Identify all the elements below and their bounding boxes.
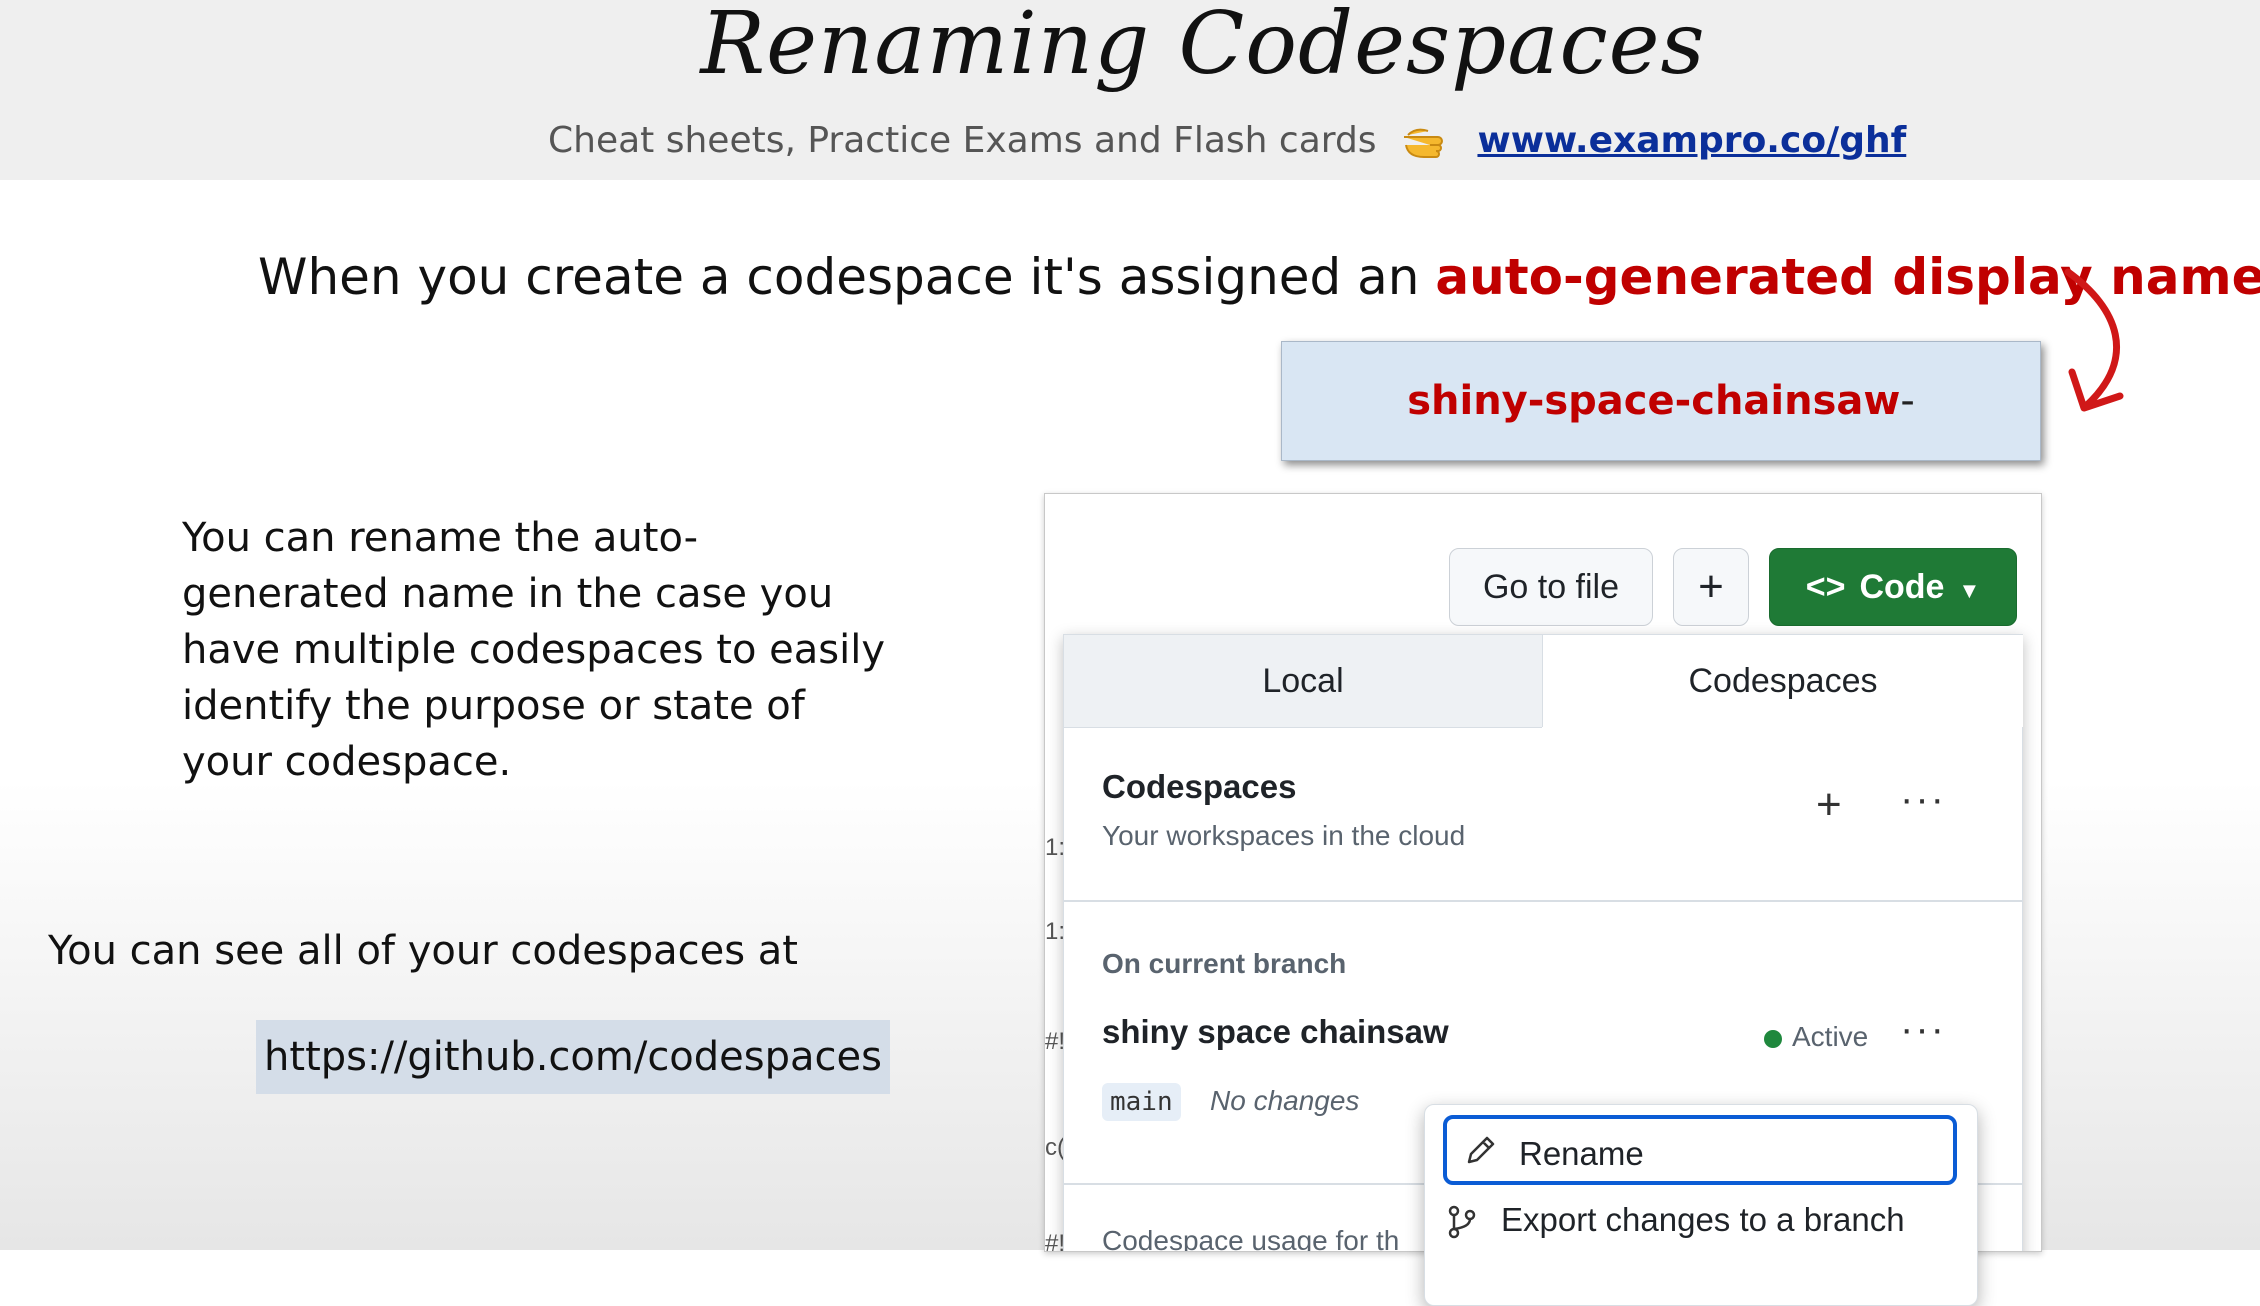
exampro-link[interactable]: www.exampro.co/ghf — [1477, 120, 1906, 161]
pencil-icon — [1467, 1136, 1495, 1164]
status-dot-icon — [1764, 1029, 1782, 1048]
see-all-text: You can see all of your codespaces at — [48, 928, 798, 974]
status-badge: Active — [1764, 1021, 1868, 1053]
code-brackets-icon: <> — [1805, 568, 1846, 606]
new-codespace-button[interactable]: + — [1816, 780, 1842, 830]
codespaces-more-button[interactable]: ··· — [1900, 777, 1946, 822]
section-label: On current branch — [1102, 948, 1347, 979]
gutter-mark: c( — [1045, 1134, 1065, 1161]
divider — [1064, 900, 2022, 902]
usage-label: Codespace usage for th — [1102, 1225, 1400, 1252]
intro-text: When you create a codespace it's assigne… — [258, 248, 1436, 306]
intro-sentence: When you create a codespace it's assigne… — [258, 248, 2260, 306]
tab-local[interactable]: Local — [1064, 635, 1542, 728]
pointing-hand-icon — [1404, 128, 1443, 158]
rename-menu-item[interactable]: Rename — [1443, 1115, 1957, 1185]
display-name-example: shiny-space-chainsaw-jjgx4w5r3q9xj — [1281, 341, 2041, 542]
curved-arrow-icon — [2064, 268, 2124, 412]
codespaces-url[interactable]: https://github.com/codespaces — [256, 1020, 890, 1094]
code-button[interactable]: <> Code ▼ — [1769, 548, 2017, 626]
add-file-button[interactable]: + — [1673, 548, 1749, 626]
export-label: Export changes to a branch — [1501, 1201, 1905, 1238]
slide-title: Renaming Codespaces — [700, 0, 1706, 94]
rename-label: Rename — [1519, 1135, 1644, 1172]
export-menu-item[interactable]: Export changes to a branch — [1447, 1201, 1905, 1239]
codespaces-subheading: Your workspaces in the cloud — [1102, 820, 1466, 851]
branch-tag: main — [1102, 1083, 1181, 1121]
changes-text: No changes — [1210, 1085, 1360, 1116]
caret-down-icon: ▼ — [1958, 578, 1981, 603]
tab-codespaces[interactable]: Codespaces — [1542, 635, 2023, 727]
codespaces-heading: Codespaces — [1102, 768, 1297, 805]
gutter-mark: 1: — [1045, 918, 1066, 945]
gutter-mark: #! — [1045, 1028, 1066, 1055]
status-text: Active — [1792, 1021, 1869, 1052]
subtitle-text: Cheat sheets, Practice Exams and Flash c… — [548, 120, 1377, 161]
gutter-mark: #! — [1045, 1230, 1066, 1252]
codespace-more-button[interactable]: ··· — [1900, 1007, 1946, 1052]
git-branch-icon — [1448, 1206, 1476, 1239]
generated-name: shiny-space-chainsaw — [1407, 378, 1901, 424]
codespace-name[interactable]: shiny space chainsaw — [1102, 1013, 1449, 1051]
code-button-label: Code — [1859, 568, 1945, 606]
codespace-context-menu: Rename Export changes to a branch — [1424, 1104, 1978, 1306]
rename-explanation: You can rename the auto-generated name i… — [182, 515, 886, 785]
go-to-file-button[interactable]: Go to file — [1449, 548, 1653, 626]
subtitle-line: Cheat sheets, Practice Exams and Flash c… — [548, 120, 1906, 161]
gutter-mark: 1: — [1045, 834, 1066, 861]
